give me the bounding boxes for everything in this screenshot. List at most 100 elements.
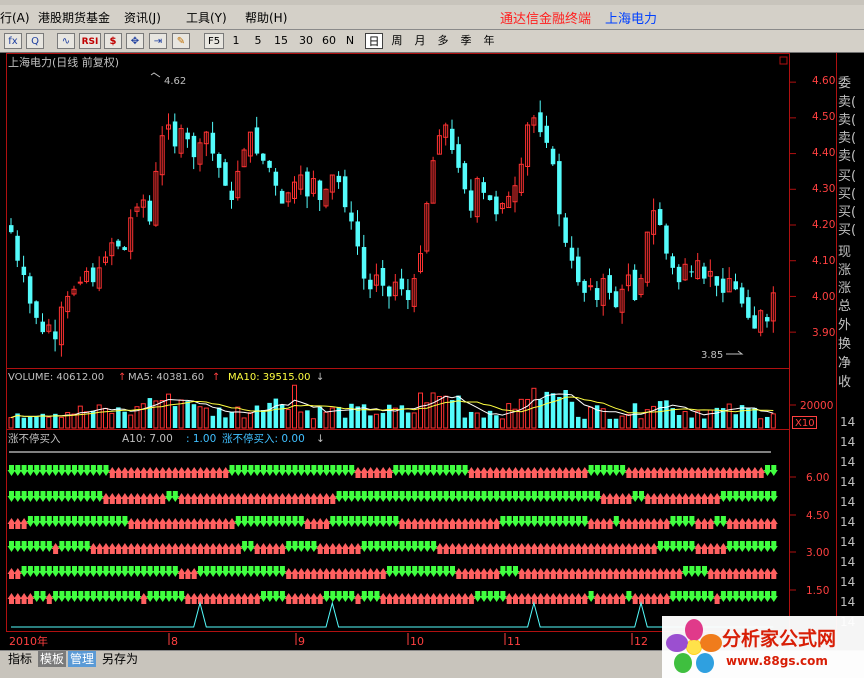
period-n[interactable]: N [343,33,357,49]
high-price-label: 4.62 [164,76,186,87]
candle-body [538,112,543,133]
candle-body [569,247,575,261]
chart-icon[interactable]: ∿ [57,33,75,49]
period-30min[interactable]: 30 [297,33,315,49]
candle-body [40,321,45,333]
candle-body [77,281,83,284]
tab-save-as[interactable]: 另存为 [100,651,140,667]
candle-body [632,269,638,300]
date-label: 12 [634,635,648,648]
volume-bar [210,415,216,428]
move-icon[interactable]: ✥ [126,33,144,49]
candle-body [752,315,757,329]
candle-body [563,217,568,243]
volume-bar [632,403,638,428]
date-label: 2010年 [9,634,48,648]
period-week[interactable]: 周 [389,33,405,49]
candle-body [15,235,20,261]
candle-body [582,280,587,293]
candle-body [733,281,738,290]
time-label: 14 [840,555,855,569]
period-quarter[interactable]: 季 [458,33,474,49]
candle-body [216,154,222,168]
side-label: 卖( [838,95,856,110]
formula-icon[interactable]: fx [4,33,22,49]
time-label: 14 [840,435,855,449]
candle-body [267,160,272,168]
candle-body [702,266,707,279]
candle-body [746,297,751,318]
candle-body [172,121,178,147]
candle-body [456,144,461,168]
rsi-icon[interactable]: RSI [79,33,101,49]
volume-bar [702,418,707,428]
candle-body [273,171,279,186]
volume-bar [191,404,197,428]
candle-body [90,267,96,283]
volume-bar [273,398,279,428]
side-label: 净 [838,356,851,371]
volume-bar [267,402,272,428]
f5-button[interactable]: F5 [204,33,224,49]
volume-bar [544,391,549,428]
side-label: 委 [838,76,851,91]
chart-svg[interactable]: 上海电力(日线 前复权) 4.62 3.85 4.60 4.50 4.40 4.… [0,53,864,650]
candle-body [664,225,669,254]
volume-bar [342,417,348,428]
volume-bar [368,415,373,428]
tab-manage[interactable]: 管理 [68,651,97,667]
tab-template[interactable]: 模板 [38,651,67,667]
candle-body [223,162,228,186]
dollar-icon[interactable]: $ [104,33,122,49]
chart-area[interactable]: 上海电力(日线 前复权) 4.62 3.85 4.60 4.50 4.40 4.… [0,53,864,650]
menu-tools[interactable]: 工具(Y) [186,9,227,26]
tab-indicator[interactable]: 指标 [6,651,34,667]
candle-body [387,286,392,297]
period-year[interactable]: 年 [481,33,497,49]
menu-info[interactable]: 资讯(J) [124,9,161,26]
candle-body [468,190,474,211]
low-price-label: 3.85 [701,350,723,361]
period-month[interactable]: 月 [412,33,428,49]
menu-trade[interactable]: 行(A) [0,9,30,26]
candle-body [349,212,354,222]
flower-logo-icon [666,619,722,673]
candle-body [305,171,310,197]
period-multi[interactable]: 多 [435,33,451,49]
volume-bar [185,401,190,428]
price-tick: 4.40 [812,147,835,159]
volume-ma10: MA10: 39515.00 [228,372,310,383]
candle-body [53,331,58,340]
period-60min[interactable]: 60 [320,33,338,49]
period-5min[interactable]: 5 [252,33,264,49]
volume-bar [216,407,222,428]
jump-icon[interactable]: ⇥ [149,33,167,49]
candle-body [361,247,367,279]
time-label: 14 [840,415,855,429]
menu-help[interactable]: 帮助(H) [245,9,287,26]
candle-body [670,256,675,268]
period-1min[interactable]: 1 [230,33,242,49]
zoom-icon[interactable]: Q [26,33,44,49]
candle-body [21,266,27,275]
candle-body [588,285,594,288]
candle-body [462,163,468,190]
pencil-icon[interactable]: ✎ [172,33,190,49]
volume-bar [752,407,757,428]
candle-body [481,182,486,193]
period-day[interactable]: 日 [365,33,383,49]
time-label: 14 [840,535,855,549]
candle-body [261,153,266,161]
menu-hk-futures[interactable]: 港股期货基金 [38,9,110,26]
date-label: 10 [410,635,424,648]
candle-body [487,195,493,200]
candle-body [594,288,600,300]
volume-bar [27,416,33,428]
volume-bar [349,403,354,428]
side-label: 收 [838,375,851,390]
volume-bar [34,416,39,428]
price-tick: 3.90 [812,327,835,339]
period-15min[interactable]: 15 [272,33,290,49]
time-label: 14 [840,515,855,529]
candle-body [739,287,745,304]
